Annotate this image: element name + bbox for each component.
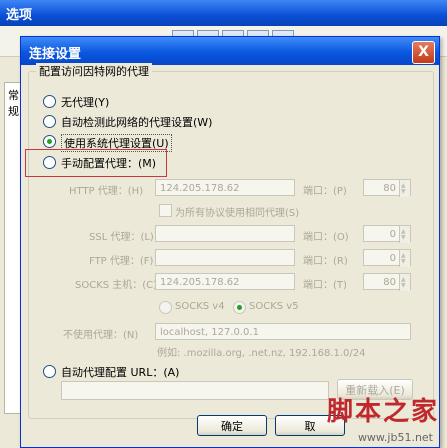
http-proxy-label: HTTP 代理：(H): [69, 186, 144, 197]
label-auto-config: 自动代理配置 URL：(A): [61, 366, 180, 379]
radio-socks-v4[interactable]: [159, 301, 172, 314]
same-proxy-checkbox[interactable]: [159, 204, 172, 217]
ssl-port-label: 端口：(O): [303, 232, 349, 243]
socks-port-input[interactable]: 80: [363, 271, 411, 294]
close-button[interactable]: X: [412, 41, 435, 64]
label-socks-v4: SOCKS v4: [175, 301, 225, 312]
http-proxy-input[interactable]: 124.205.178.62: [155, 179, 295, 196]
same-proxy-label: 为所有协议使用相同代理(S): [175, 208, 300, 219]
ftp-port-input[interactable]: 0: [363, 247, 411, 270]
http-port-spinner[interactable]: [399, 177, 410, 200]
dialog-title-bar: 连接设置 X: [21, 37, 439, 65]
radio-auto-config[interactable]: [43, 365, 56, 378]
label-auto-detect: 自动检测此网络的代理设置(W): [61, 116, 213, 129]
socks-host-label: SOCKS 主机：(C): [75, 280, 158, 291]
radio-auto-detect[interactable]: [43, 115, 56, 128]
ssl-port-value: 0: [389, 229, 396, 240]
watermark-url: www.jb51.net: [357, 431, 433, 444]
ssl-proxy-input[interactable]: [155, 225, 295, 242]
options-title: 选项: [6, 8, 33, 23]
ok-button[interactable]: 确定: [197, 415, 267, 436]
label-no-proxy: 无代理(Y): [61, 96, 110, 109]
socks-host-input[interactable]: 124.205.178.62: [155, 273, 295, 290]
ssl-proxy-label: SSL 代理：(L): [89, 232, 154, 243]
proxy-group-label: 配置访问因特网的代理: [36, 63, 152, 79]
http-port-label: 端口：(P): [303, 186, 347, 197]
no-proxy-example: 例如: .mozilla.org, .net.nz, 192.168.1.0/2…: [157, 348, 366, 359]
ssl-port-spinner[interactable]: [399, 223, 410, 246]
socks-port-spinner[interactable]: [399, 271, 410, 294]
ftp-proxy-label: FTP 代理：(F): [89, 256, 154, 267]
label-manual-proxy: 手动配置代理：(M): [61, 157, 157, 170]
radio-no-proxy[interactable]: [43, 95, 56, 108]
connection-settings-dialog: 连接设置 X 配置访问因特网的代理 无代理(Y) 自动检测此网络的代理设置(W)…: [20, 36, 440, 448]
dialog-title: 连接设置: [29, 47, 82, 62]
radio-socks-v5[interactable]: [233, 301, 246, 314]
radio-manual-proxy[interactable]: [43, 156, 56, 169]
http-port-value: 80: [383, 183, 396, 194]
ftp-port-value: 0: [389, 253, 396, 264]
ftp-port-label: 端口：(R): [303, 256, 348, 267]
ssl-port-input[interactable]: 0: [363, 223, 411, 246]
radio-system-proxy[interactable]: [43, 135, 56, 148]
socks-port-value: 80: [383, 277, 396, 288]
options-title-bar: 选项: [0, 0, 447, 26]
no-proxy-for-input[interactable]: localhost, 127.0.0.1: [155, 323, 411, 340]
ftp-port-spinner[interactable]: [399, 247, 410, 270]
watermark-logo: 脚本之家: [326, 397, 439, 427]
http-port-input[interactable]: 80: [363, 177, 411, 200]
ftp-proxy-input[interactable]: [155, 249, 295, 266]
socks-port-label: 端口：(T): [303, 280, 347, 291]
label-socks-v5: SOCKS v5: [249, 301, 299, 312]
no-proxy-for-label: 不使用代理：(N): [63, 330, 139, 341]
auto-config-url-input[interactable]: [61, 381, 329, 400]
